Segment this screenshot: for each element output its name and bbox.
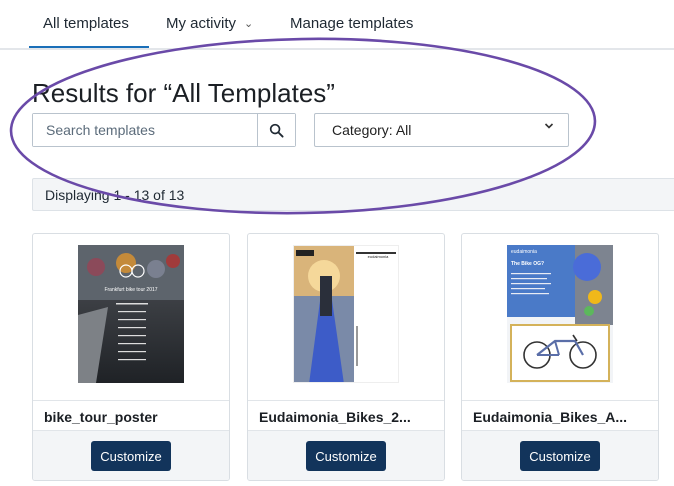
tab-manage-templates[interactable]: Manage templates [290, 15, 413, 32]
thumbnail-headline: The Bike OG? [511, 261, 544, 267]
tab-manage-templates-label: Manage templates [290, 15, 414, 32]
tab-all-templates-label: All templates [43, 15, 129, 32]
results-count-bar: Displaying 1 - 13 of 13 [32, 178, 674, 211]
template-thumbnail-area[interactable]: eudaimonia [248, 234, 444, 400]
template-card[interactable]: eudaimonia The Bike OG? Eudaimonia_Bikes… [461, 233, 659, 481]
card-footer: Customize [248, 430, 444, 480]
thumbnail-poster-title: Frankfurt bike tour 2017 [104, 287, 157, 293]
template-thumbnail-area[interactable]: eudaimonia The Bike OG? [462, 234, 658, 400]
template-card[interactable]: eudaimonia Eudaimonia_Bikes_2... Customi… [247, 233, 445, 481]
customize-button[interactable]: Customize [91, 441, 171, 471]
customize-button[interactable]: Customize [306, 441, 386, 471]
page-title: Results for “All Templates” [32, 78, 335, 108]
customize-button[interactable]: Customize [520, 441, 600, 471]
tab-all-templates[interactable]: All templates [29, 15, 149, 48]
tab-my-activity[interactable]: My activity ⌄ [166, 15, 253, 32]
search-button[interactable] [257, 114, 295, 146]
search-icon [269, 123, 284, 138]
card-footer: Customize [462, 430, 658, 480]
category-dropdown-label: Category: All [332, 122, 412, 138]
card-footer: Customize [33, 430, 229, 480]
search-box [32, 113, 296, 147]
template-name: Eudaimonia_Bikes_A... [462, 400, 658, 430]
template-name: bike_tour_poster [33, 400, 229, 430]
template-thumbnail-area[interactable]: Frankfurt bike tour 2017 [33, 234, 229, 400]
template-name: Eudaimonia_Bikes_2... [248, 400, 444, 430]
search-input[interactable] [33, 114, 257, 146]
chevron-down-icon [544, 123, 554, 129]
template-thumbnail: eudaimonia The Bike OG? [507, 245, 613, 383]
template-thumbnail: eudaimonia [293, 245, 399, 383]
template-thumbnail: Frankfurt bike tour 2017 [78, 245, 184, 383]
chevron-down-icon: ⌄ [244, 18, 254, 30]
category-dropdown[interactable]: Category: All [314, 113, 569, 147]
thumbnail-brand: eudaimonia [368, 254, 389, 259]
results-count-text: Displaying 1 - 13 of 13 [45, 187, 185, 203]
thumbnail-brand: eudaimonia [511, 249, 537, 255]
template-card[interactable]: Frankfurt bike tour 2017 bike_tour_poste… [32, 233, 230, 481]
tab-bar: All templates My activity ⌄ Manage templa… [0, 0, 674, 50]
tab-my-activity-label: My activity [166, 15, 237, 32]
